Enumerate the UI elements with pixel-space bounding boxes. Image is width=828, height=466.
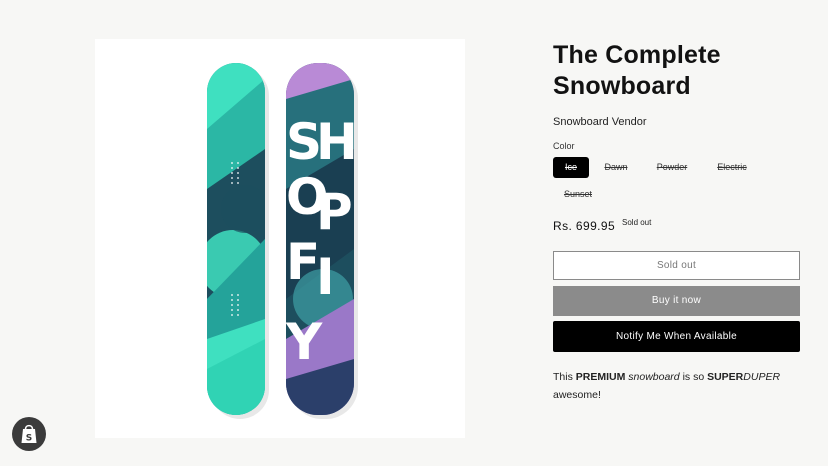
product-title: The Complete Snowboard xyxy=(553,40,800,102)
color-option-powder[interactable]: Powder xyxy=(651,157,693,178)
product-image-container[interactable]: S H O P F I Y xyxy=(95,39,465,438)
color-option-ice[interactable]: Ice xyxy=(553,157,589,178)
add-to-cart-sold-out-button[interactable]: Sold out xyxy=(553,251,800,280)
product-description: This PREMIUM snowboard is so SUPERDUPER … xyxy=(553,368,780,404)
product-vendor: Snowboard Vendor xyxy=(553,116,647,128)
snowboards-image: S H O P F I Y xyxy=(207,63,358,419)
color-option-sunset[interactable]: Sunset xyxy=(559,184,597,205)
right-snowboard: S H O P F I Y xyxy=(285,63,358,415)
sold-out-badge: Sold out xyxy=(622,218,652,227)
notify-me-button[interactable]: Notify Me When Available xyxy=(553,321,800,352)
product-info: The Complete Snowboard Snowboard Vendor … xyxy=(553,40,800,401)
svg-text:Y: Y xyxy=(285,313,323,371)
shopify-bag-icon[interactable]: S xyxy=(12,417,46,451)
description-bold-premium: PREMIUM xyxy=(575,371,626,383)
description-text: is so xyxy=(679,371,708,383)
svg-text:H: H xyxy=(316,113,358,171)
description-text: This xyxy=(553,371,576,383)
color-option-electric[interactable]: Electric xyxy=(711,157,753,178)
product-title-line1: The Complete xyxy=(553,41,721,69)
left-snowboard xyxy=(207,63,265,415)
description-bold-super: SUPER xyxy=(707,371,744,383)
description-italic-duper: DUPER xyxy=(743,371,781,383)
buy-it-now-button[interactable]: Buy it now xyxy=(553,286,800,316)
color-option-label: Color xyxy=(553,141,575,151)
product-price: Rs. 699.95 xyxy=(553,219,616,233)
price-row: Rs. 699.95 Sold out xyxy=(553,217,800,235)
description-text: awesome! xyxy=(553,389,601,401)
svg-text:S: S xyxy=(26,434,32,444)
svg-text:I: I xyxy=(316,248,335,306)
description-italic-snowboard: snowboard xyxy=(628,371,680,383)
product-title-line2: Snowboard xyxy=(553,72,691,100)
svg-text:P: P xyxy=(316,183,353,241)
color-option-dawn[interactable]: Dawn xyxy=(597,157,635,178)
